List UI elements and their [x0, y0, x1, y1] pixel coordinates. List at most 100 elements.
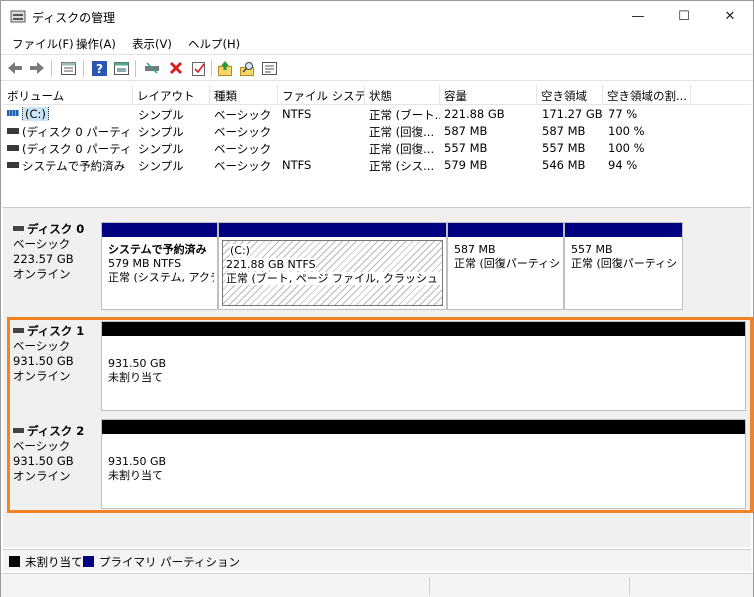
partition-body: 557 MB 正常 (回復パーティシ	[568, 240, 679, 306]
menu-help[interactable]: ヘルプ(H)	[188, 36, 240, 52]
disk-0-name: ディスク 0	[13, 222, 99, 237]
list-view-icon[interactable]	[260, 59, 278, 77]
volume-free: 171.27 GB	[542, 107, 603, 121]
menu-file[interactable]: ファイル(F)	[12, 36, 74, 52]
partition-system-reserved[interactable]: システムで予約済み 579 MB NTFS 正常 (システム, アクテ	[101, 222, 218, 310]
disk-0-status: オンライン	[13, 267, 71, 281]
disk-icon	[13, 226, 24, 231]
disk-0-size: 223.57 GB	[13, 252, 74, 266]
volume-name: (ディスク 0 パーティシ...	[7, 124, 133, 140]
volume-icon	[7, 110, 19, 116]
volume-free: 557 MB	[542, 141, 586, 155]
column-file-system[interactable]: ファイル システム	[278, 85, 365, 105]
partition-size: 579 MB NTFS	[108, 257, 182, 270]
status-bar	[1, 573, 753, 597]
menu-action[interactable]: 操作(A)	[76, 36, 116, 52]
table-row[interactable]: (ディスク 0 パーティシ... シンプル ベーシック 正常 (回復... 55…	[3, 140, 751, 157]
volume-icon	[7, 145, 19, 151]
volume-status: 正常 (シス...	[369, 159, 435, 173]
volume-type: ベーシック	[214, 142, 272, 156]
volume-free-percent: 100 %	[608, 124, 645, 138]
column-volume[interactable]: ボリューム	[3, 85, 133, 105]
volume-capacity: 587 MB	[444, 124, 488, 138]
menu-view[interactable]: 表示(V)	[132, 36, 172, 52]
help-icon[interactable]: ?	[90, 59, 108, 77]
table-row[interactable]: システムで予約済み シンプル ベーシック NTFS 正常 (シス... 579 …	[3, 157, 751, 174]
disk-management-window: ディスクの管理 — ☐ ✕ ファイル(F) 操作(A) 表示(V) ヘルプ(H)…	[0, 0, 754, 597]
column-type[interactable]: 種類	[210, 85, 278, 105]
menu-bar: ファイル(F) 操作(A) 表示(V) ヘルプ(H)	[1, 33, 753, 53]
disk-0-type: ベーシック	[13, 237, 71, 251]
volume-name: (C:)	[7, 107, 133, 121]
minimize-button[interactable]: —	[615, 1, 661, 32]
volume-layout: シンプル	[138, 125, 184, 139]
partition-title: システムで予約済み	[108, 243, 207, 256]
volume-layout: シンプル	[138, 142, 184, 156]
delete-icon[interactable]	[167, 59, 185, 77]
back-arrow-icon[interactable]	[6, 59, 24, 77]
partition-header	[102, 223, 217, 237]
partition-body: (C:) 221.88 GB NTFS 正常 (ブート, ページ ファイル, ク…	[222, 240, 443, 306]
properties-list-icon[interactable]	[59, 59, 77, 77]
volume-status: 正常 (回復...	[369, 125, 435, 139]
highlight-frame	[7, 317, 753, 513]
legend-primary-swatch	[83, 556, 94, 567]
title-bar: ディスクの管理 — ☐ ✕	[1, 1, 753, 32]
volume-layout: シンプル	[138, 108, 184, 122]
column-free-space[interactable]: 空き領域	[537, 85, 603, 105]
import-icon[interactable]	[216, 59, 234, 77]
legend: 未割り当て プライマリ パーティション	[3, 549, 751, 571]
connect-drive-icon[interactable]	[143, 59, 161, 77]
volume-name: (ディスク 0 パーティシ...	[7, 141, 133, 157]
volume-name: システムで予約済み	[7, 158, 133, 174]
volume-free-percent: 94 %	[608, 158, 638, 172]
volume-free-percent: 100 %	[608, 141, 645, 155]
volume-type: ベーシック	[214, 108, 272, 122]
volume-type: ベーシック	[214, 125, 272, 139]
volume-capacity: 557 MB	[444, 141, 488, 155]
column-layout[interactable]: レイアウト	[133, 85, 210, 105]
partition-status: 正常 (ブート, ページ ファイル, クラッシュ ダンプ,	[226, 272, 442, 286]
table-row[interactable]: (C:) シンプル ベーシック NTFS 正常 (ブート... 221.88 G…	[3, 106, 751, 123]
volume-layout: シンプル	[138, 159, 184, 173]
forward-arrow-icon[interactable]	[28, 59, 46, 77]
disk-0-label[interactable]: ディスク 0 ベーシック 223.57 GB オンライン	[5, 216, 99, 314]
volume-list-header: ボリューム レイアウト 種類 ファイル システム 状態 容量 空き領域 空き領域…	[3, 85, 751, 105]
volume-status: 正常 (回復...	[369, 142, 435, 156]
volume-type: ベーシック	[214, 159, 272, 173]
volume-capacity: 579 MB	[444, 158, 488, 172]
check-properties-icon[interactable]	[190, 59, 208, 77]
volume-capacity: 221.88 GB	[444, 107, 505, 121]
maximize-button[interactable]: ☐	[661, 1, 707, 32]
partition-header	[565, 223, 682, 237]
column-capacity[interactable]: 容量	[440, 85, 537, 105]
table-row[interactable]: (ディスク 0 パーティシ... シンプル ベーシック 正常 (回復... 58…	[3, 123, 751, 140]
toolbar: ?	[1, 54, 753, 81]
console-tree-icon[interactable]	[112, 59, 130, 77]
window-title: ディスクの管理	[32, 11, 116, 25]
legend-unallocated-swatch	[9, 556, 20, 567]
partition-status: 正常 (回復パーティシ	[454, 257, 560, 270]
volume-icon	[7, 128, 19, 134]
partition-c-drive[interactable]: (C:) 221.88 GB NTFS 正常 (ブート, ページ ファイル, ク…	[218, 222, 447, 310]
partition-recovery-2[interactable]: 557 MB 正常 (回復パーティシ	[564, 222, 683, 310]
partition-recovery-1[interactable]: 587 MB 正常 (回復パーティシ	[447, 222, 564, 310]
column-status[interactable]: 状態	[365, 85, 440, 105]
partition-header	[448, 223, 563, 237]
volume-free: 546 MB	[542, 158, 586, 172]
partition-size: 557 MB	[571, 243, 613, 256]
legend-unallocated-label: 未割り当て	[25, 555, 83, 569]
partition-size: 587 MB	[454, 243, 496, 256]
search-icon[interactable]	[238, 59, 256, 77]
minimize-icon: —	[631, 9, 645, 24]
volume-free: 587 MB	[542, 124, 586, 138]
volume-free-percent: 77 %	[608, 107, 638, 121]
column-free-percent[interactable]: 空き領域の割...	[603, 85, 691, 105]
maximize-icon: ☐	[678, 9, 690, 24]
partition-body: 587 MB 正常 (回復パーティシ	[451, 240, 560, 306]
volume-list: ボリューム レイアウト 種類 ファイル システム 状態 容量 空き領域 空き領域…	[3, 85, 751, 205]
partition-header	[219, 223, 446, 237]
disk-management-app-icon	[10, 10, 26, 23]
legend-primary-label: プライマリ パーティション	[99, 555, 240, 569]
close-button[interactable]: ✕	[707, 1, 753, 32]
